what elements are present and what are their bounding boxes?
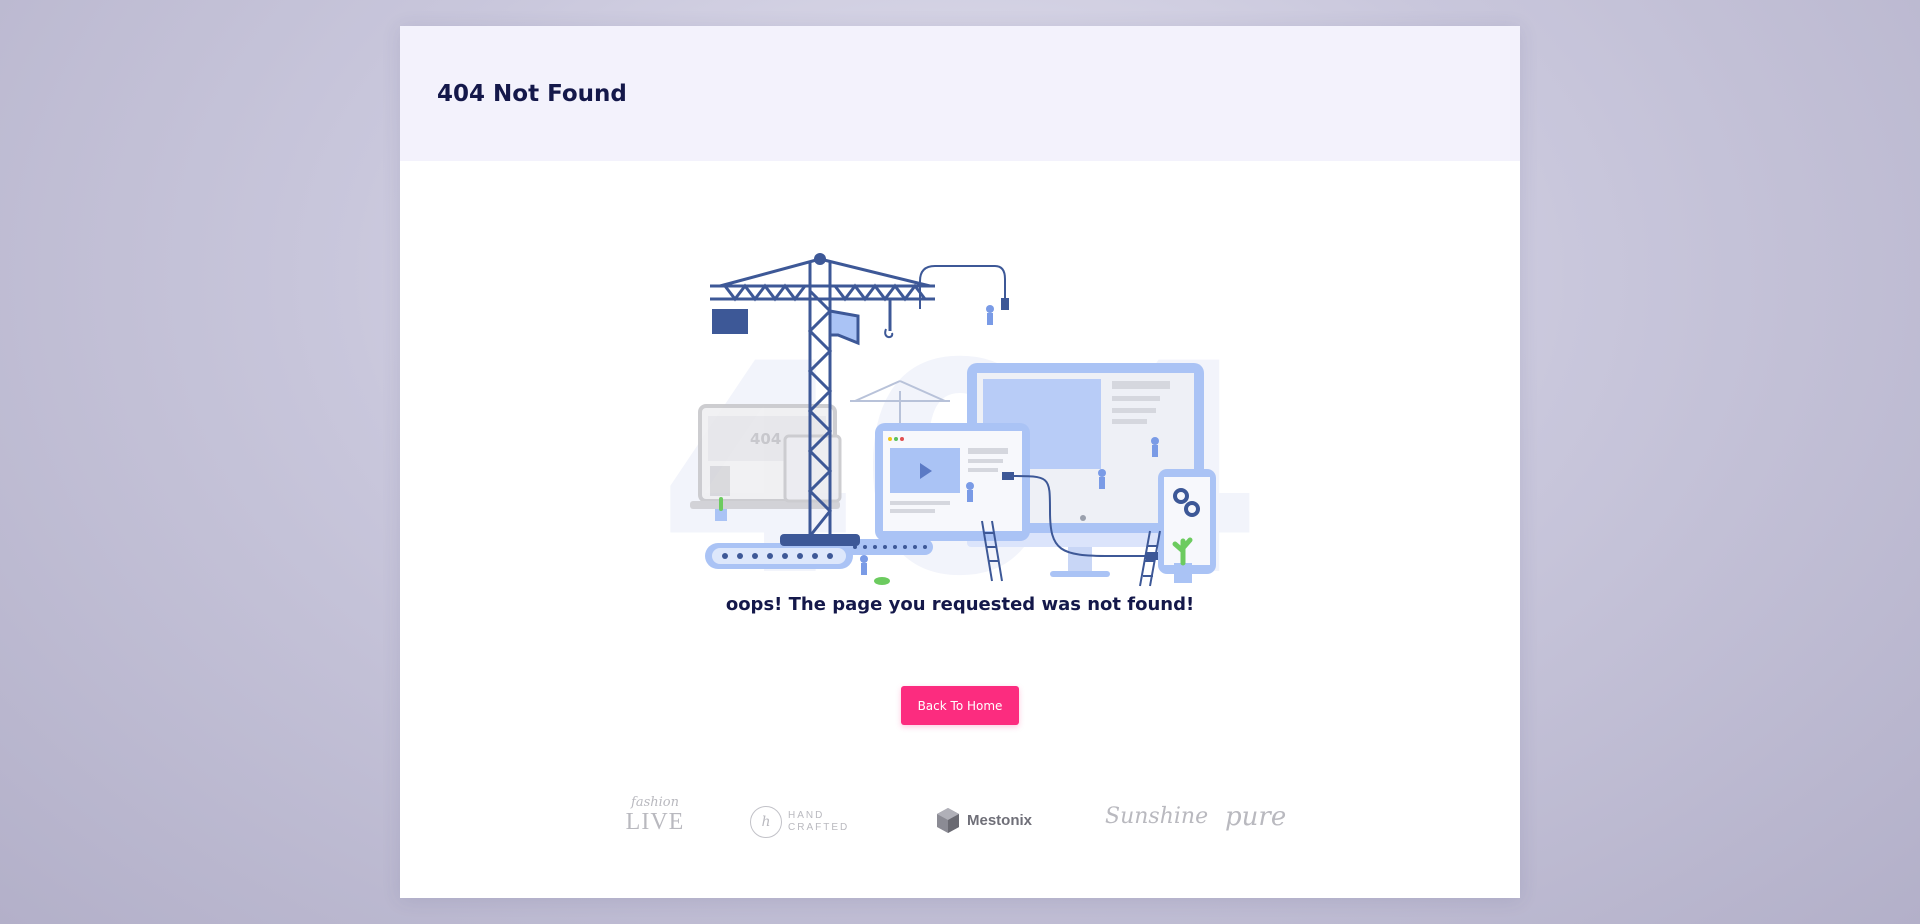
error-card: 404 Not Found 404 404 — [400, 26, 1520, 898]
phone-device — [1158, 469, 1216, 574]
brand-logo-pure: pure — [1225, 802, 1287, 832]
brand-logo-hand-crafted: h HAND CRAFTED — [750, 806, 860, 838]
brand-mestonix-name: Mestonix — [967, 811, 1033, 829]
brand-logos: fashion LIVE h HAND CRAFTED Mestonix Sun… — [610, 796, 1310, 846]
tablet-screen — [875, 423, 1030, 541]
brand-hand-line1: HAND — [788, 810, 825, 821]
brand-logo-fashion-live: fashion LIVE — [610, 795, 700, 835]
back-to-home-button[interactable]: Back To Home — [901, 686, 1019, 725]
construction-404-illustration: 404 404 — [657, 253, 1263, 591]
small-404-text: 404 — [750, 430, 781, 448]
brand-hand-line2: CRAFTED — [788, 822, 850, 833]
brand-logo-sunshine: Sunshine — [1105, 804, 1209, 829]
conveyor-belt-large — [705, 543, 853, 569]
cube-icon — [937, 808, 959, 833]
brand-logo-mestonix: Mestonix — [935, 806, 1032, 834]
card-header: 404 Not Found — [400, 26, 1520, 161]
error-message: oops! The page you requested was not fou… — [725, 594, 1195, 615]
page-title: 404 Not Found — [437, 80, 627, 107]
brand-fashion-big: LIVE — [625, 809, 685, 835]
brand-hand-words: HAND CRAFTED — [788, 810, 849, 834]
brand-fashion-script: fashion — [631, 795, 679, 810]
brand-hand-badge: h — [750, 806, 782, 838]
